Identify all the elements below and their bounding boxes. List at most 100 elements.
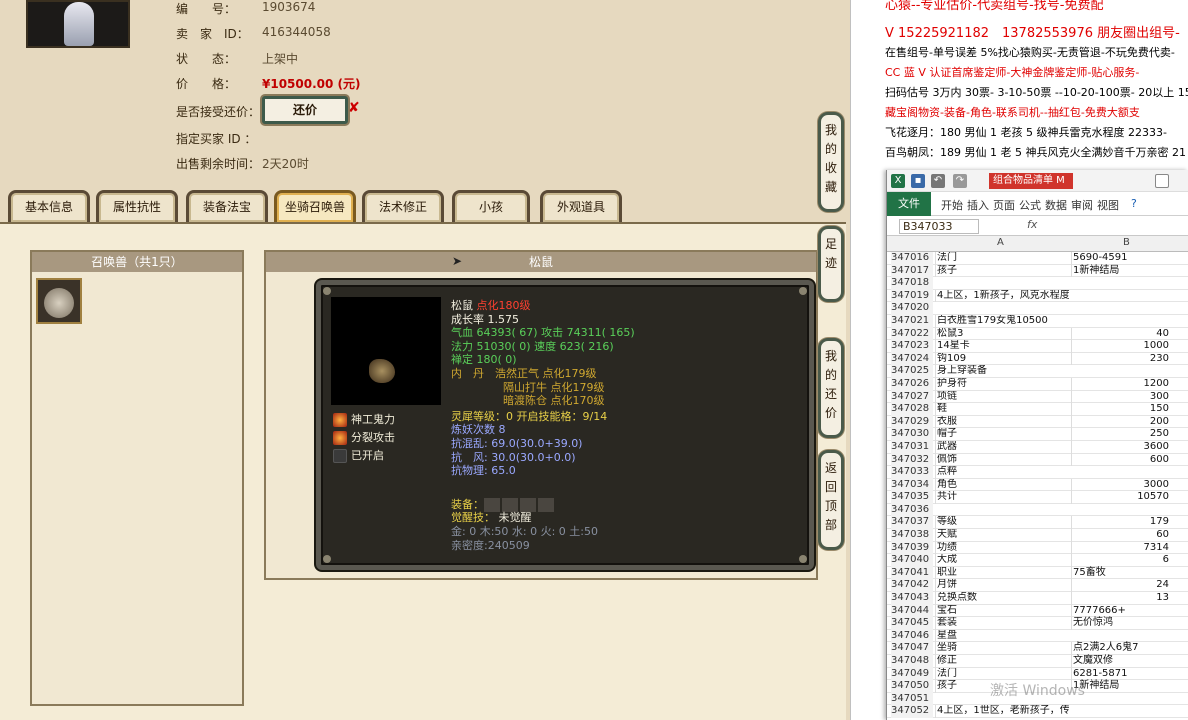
cell-b[interactable]: 1200 [1071, 377, 1181, 391]
column-header-b[interactable]: B [1123, 237, 1130, 248]
cell-a[interactable]: 宝石 [935, 604, 1069, 618]
cell-b[interactable]: 3600 [1071, 440, 1181, 454]
cell-a[interactable]: 佩饰 [935, 453, 1069, 467]
cell-a[interactable]: 衣服 [935, 415, 1069, 429]
cell-b[interactable]: 250 [1071, 428, 1181, 441]
cell-a[interactable]: 松鼠3 [935, 327, 1069, 341]
cell-a[interactable]: 钩109 [935, 352, 1069, 366]
skill-item[interactable]: 神工鬼力 [333, 411, 395, 429]
cell-b[interactable]: 3000 [1071, 478, 1181, 492]
table-row[interactable]: 347049 法门 6281-5871 [887, 667, 1188, 681]
row-number[interactable]: 347026 [891, 377, 933, 391]
row-number[interactable]: 347045 [891, 617, 933, 630]
tab-child[interactable]: 小孩 [452, 190, 530, 222]
footprint-button[interactable]: 足迹 [818, 226, 844, 302]
cell-a[interactable]: 职业 [935, 566, 1069, 580]
row-number[interactable]: 347030 [891, 428, 933, 441]
row-number[interactable]: 347022 [891, 327, 933, 341]
row-number[interactable]: 347031 [891, 440, 933, 454]
row-number[interactable]: 347019 [891, 289, 933, 303]
table-row[interactable]: 347037 等级 179 [887, 516, 1188, 530]
table-row[interactable]: 347039 功绩 7314 [887, 541, 1188, 555]
table-row[interactable]: 347032 佩饰 600 [887, 453, 1188, 467]
row-number[interactable]: 347047 [891, 642, 933, 655]
table-row[interactable]: 347036 [887, 503, 1188, 517]
cell-a[interactable]: 鞋 [935, 403, 1069, 416]
cell-a[interactable]: 等级 [935, 516, 1069, 530]
tab-attributes[interactable]: 属性抗性 [96, 190, 178, 222]
table-row[interactable]: 347046 星盘 [887, 629, 1188, 643]
maximize-icon[interactable] [1155, 174, 1169, 188]
cell-b[interactable]: 75畜牧 [1071, 566, 1188, 580]
cell-a[interactable]: 修正 [935, 655, 1069, 668]
cell-a[interactable]: 孩子 [935, 264, 1069, 278]
cell-b[interactable]: 200 [1071, 415, 1181, 429]
tab-equipment[interactable]: 装备法宝 [186, 190, 268, 222]
save-icon[interactable]: ▪ [911, 174, 925, 188]
cell-a[interactable]: 法门 [935, 667, 1069, 681]
cell-a[interactable]: 4上区，1世区，老新孩子，传世，装备宝宝齐全 [935, 705, 1069, 718]
cell-b[interactable]: 1000 [1071, 340, 1181, 353]
table-row[interactable]: 347020 [887, 302, 1188, 315]
skill-item[interactable]: 已开启 [333, 447, 395, 465]
cell-b[interactable]: 300 [1071, 390, 1181, 404]
undo-icon[interactable]: ↶ [931, 174, 945, 188]
table-row[interactable]: 347035 共计 10570 [887, 491, 1188, 504]
row-number[interactable]: 347017 [891, 264, 933, 278]
skill-item[interactable]: 分裂攻击 [333, 429, 395, 447]
row-number[interactable]: 347018 [891, 277, 933, 290]
row-number[interactable]: 347040 [891, 554, 933, 567]
row-number[interactable]: 347020 [891, 302, 933, 315]
help-icon[interactable]: ? [1131, 197, 1137, 210]
table-row[interactable]: 347016 法门 5690-4591 [887, 252, 1188, 265]
row-number[interactable]: 347021 [891, 314, 933, 328]
redo-icon[interactable]: ↷ [953, 174, 967, 188]
haggle-button[interactable]: 还价 [262, 96, 348, 124]
cell-b[interactable]: 1新神结局 [1071, 264, 1188, 278]
row-number[interactable]: 347023 [891, 340, 933, 353]
table-row[interactable]: 347027 项链 300 [887, 390, 1188, 404]
row-number[interactable]: 347048 [891, 655, 933, 668]
cell-b[interactable]: 179 [1071, 516, 1181, 530]
my-favorites-button[interactable]: 我的收藏 [818, 112, 844, 212]
equip-slot[interactable] [502, 497, 518, 512]
file-tab[interactable]: 文件 [887, 192, 931, 216]
row-number[interactable]: 347035 [891, 491, 933, 504]
cell-a[interactable]: 身上穿装备 [935, 365, 1069, 378]
ribbon-tab[interactable]: 页面 [993, 197, 1015, 213]
row-number[interactable]: 347016 [891, 252, 933, 265]
table-row[interactable]: 347038 天赋 60 [887, 529, 1188, 542]
ribbon-tab[interactable]: 审阅 [1071, 197, 1093, 213]
table-row[interactable]: 347029 衣服 200 [887, 415, 1188, 429]
row-number[interactable]: 347034 [891, 478, 933, 492]
table-row[interactable]: 347031 武器 3600 [887, 440, 1188, 454]
table-row[interactable]: 347040 大成 6 [887, 554, 1188, 567]
cell-b[interactable]: 6 [1071, 554, 1181, 567]
cell-a[interactable]: 坐骑 [935, 642, 1069, 655]
cell-a[interactable]: 帽子 [935, 428, 1069, 441]
table-row[interactable]: 347042 月饼 24 [887, 579, 1188, 593]
row-number[interactable]: 347038 [891, 529, 933, 542]
cell-a[interactable]: 白衣胜雪179女鬼10500 [935, 314, 1069, 328]
tab-spell-correction[interactable]: 法术修正 [362, 190, 444, 222]
row-number[interactable]: 347037 [891, 516, 933, 530]
cell-a[interactable]: 4上区，1新孩子，风克水程度，传世界行宝石888，红 [935, 289, 1069, 303]
ribbon-tab[interactable]: 插入 [967, 197, 989, 213]
row-number[interactable]: 347027 [891, 390, 933, 404]
row-number[interactable]: 347029 [891, 415, 933, 429]
row-number[interactable]: 347036 [891, 503, 933, 517]
table-row[interactable]: 347048 修正 文魔双修 [887, 655, 1188, 668]
table-row[interactable]: 347034 角色 3000 [887, 478, 1188, 492]
table-row[interactable]: 347028 鞋 150 [887, 403, 1188, 416]
tab-appearance[interactable]: 外观道具 [540, 190, 622, 222]
fx-icon[interactable]: fx [1027, 218, 1037, 231]
table-row[interactable]: 347047 坐骑 点2满2人6鬼7 [887, 642, 1188, 655]
row-number[interactable]: 347049 [891, 667, 933, 681]
cell-a[interactable]: 天赋 [935, 529, 1069, 542]
row-number[interactable]: 347024 [891, 352, 933, 366]
table-row[interactable]: 347026 护身符 1200 [887, 377, 1188, 391]
cell-a[interactable]: 武器 [935, 440, 1069, 454]
cell-b[interactable]: 150 [1071, 403, 1181, 416]
tab-mounts-summons[interactable]: 坐骑召唤兽 [274, 190, 356, 222]
row-number[interactable]: 347046 [891, 629, 933, 643]
